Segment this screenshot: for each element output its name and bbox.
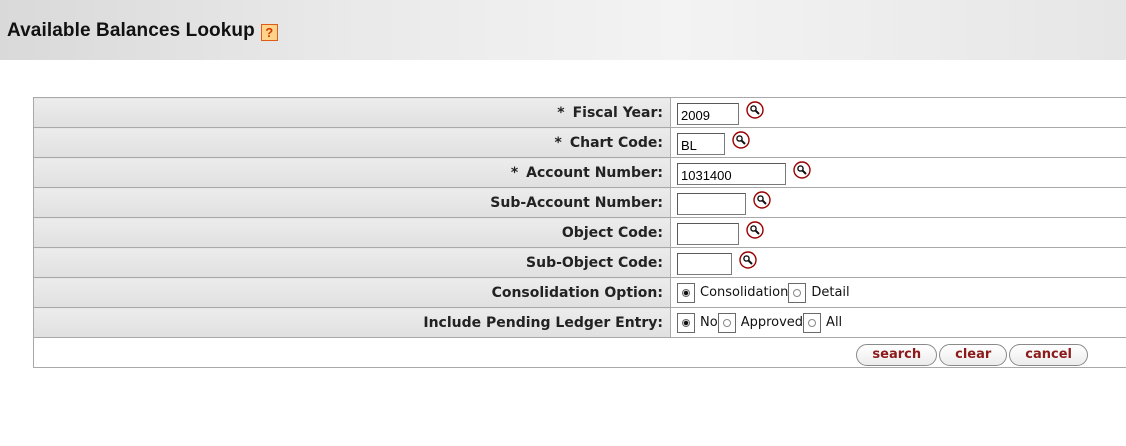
chart-code-input[interactable] [677,133,725,155]
account-number-label: * Account Number: [33,157,671,188]
cancel-button[interactable]: cancel [1009,343,1088,366]
sub-account-number-label: Sub-Account Number: [33,187,671,218]
field-label: Consolidation Option: [491,284,663,301]
required-marker: * [557,104,565,121]
field-label: Fiscal Year: [572,104,663,121]
form-row-fiscal-year: * Fiscal Year: [33,97,1126,128]
include-pending-ledger-entry-label: Include Pending Ledger Entry: [33,307,671,338]
form-row-object-code: Object Code: [33,217,1126,248]
field-label: Sub-Object Code: [526,254,663,271]
object-code-input[interactable] [677,223,739,245]
radio-pending-all[interactable] [803,312,822,333]
form-row-include-pending-ledger-entry: Include Pending Ledger Entry: No Approve… [33,307,1126,338]
form-row-chart-code: * Chart Code: [33,127,1126,158]
radio-label-detail: Detail [811,285,850,300]
field-label: Object Code: [561,224,663,241]
page-header: Available Balances Lookup ? [0,0,1126,60]
sub-object-code-label: Sub-Object Code: [33,247,671,278]
fiscal-year-input[interactable] [677,103,739,125]
magnifier-icon[interactable] [746,220,764,239]
radio-label-all: All [826,315,843,330]
form-row-account-number: * Account Number: [33,157,1126,188]
radio-label-no: No [700,315,718,330]
chart-code-label: * Chart Code: [33,127,671,158]
field-label: Chart Code: [569,134,663,151]
field-label: Include Pending Ledger Entry: [423,314,663,331]
magnifier-icon[interactable] [753,190,771,209]
magnifier-icon[interactable] [739,250,757,269]
radio-label-approved: Approved [740,315,804,330]
required-marker: * [510,164,519,181]
button-group: search clear cancel [34,340,1126,366]
object-code-label: Object Code: [33,217,671,248]
magnifier-icon[interactable] [746,100,764,119]
clear-button[interactable]: clear [939,343,1008,366]
radio-pending-no[interactable] [677,312,695,333]
account-number-input[interactable] [677,163,786,185]
page-title-text: Available Balances Lookup [7,20,255,41]
required-marker: * [554,134,562,151]
sub-object-code-input[interactable] [677,253,732,275]
help-icon[interactable]: ? [260,23,278,41]
consolidation-option-label: Consolidation Option: [33,277,671,308]
page-title: Available Balances Lookup ? [7,20,278,42]
radio-consolidation[interactable] [677,282,695,303]
radio-pending-approved[interactable] [717,312,736,333]
field-label: Sub-Account Number: [490,194,663,211]
form-row-sub-object-code: Sub-Object Code: [33,247,1126,278]
magnifier-icon[interactable] [793,160,811,179]
button-row: search clear cancel [33,337,1126,368]
radio-detail[interactable] [788,282,807,303]
magnifier-icon[interactable] [732,130,750,149]
form-row-sub-account-number: Sub-Account Number: [33,187,1126,218]
form-row-consolidation-option: Consolidation Option: Consolidation Deta… [33,277,1126,308]
sub-account-number-input[interactable] [677,193,746,215]
field-label: Account Number: [526,164,663,181]
fiscal-year-label: * Fiscal Year: [33,97,671,128]
search-button[interactable]: search [856,343,938,366]
radio-label-consolidation: Consolidation [700,285,789,300]
lookup-form: *Fiscal Year: *Chart Code: *Account Numb… [33,97,1126,368]
